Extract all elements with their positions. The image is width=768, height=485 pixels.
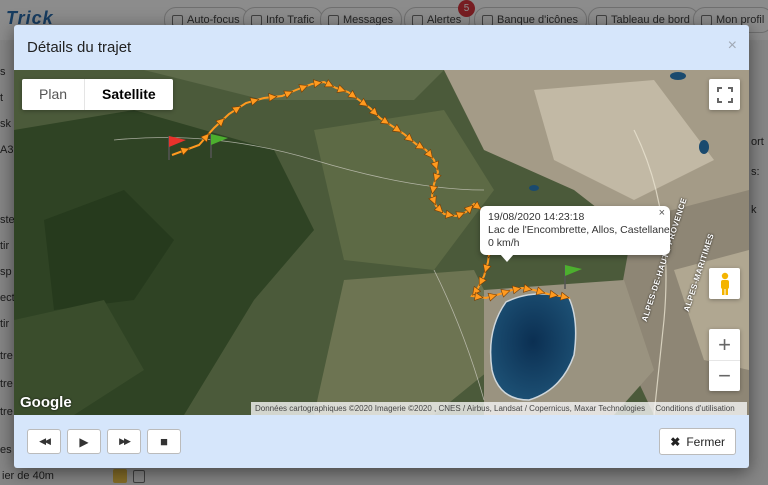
map-type-satellite[interactable]: Satellite — [84, 79, 173, 110]
play-button[interactable]: ▶ — [67, 429, 101, 454]
route-arrow-icon — [428, 195, 437, 206]
stop-icon: ■ — [160, 434, 168, 449]
info-window-tail — [500, 254, 514, 262]
fast-forward-icon: ▶▶ — [119, 436, 131, 446]
route-arrow-icon — [415, 140, 426, 150]
info-speed: 0 km/h — [488, 237, 520, 249]
route-arrow-icon — [478, 276, 487, 287]
route-arrow-icon — [445, 209, 455, 219]
start-flag-icon[interactable] — [164, 132, 194, 162]
close-icon: ✖ — [670, 434, 681, 449]
map-type-plan[interactable]: Plan — [22, 79, 84, 110]
close-button-label: Fermer — [686, 434, 725, 449]
route-arrow-icon — [313, 79, 323, 89]
close-button[interactable]: ✖ Fermer — [659, 428, 736, 455]
zoom-in-button[interactable]: + — [709, 329, 740, 361]
map-view[interactable]: ALPES-DE-HAUTE-PROVENCE ALPES-MARITIMES … — [14, 70, 749, 415]
map-attribution: Données cartographiques ©2020 Imagerie ©… — [251, 402, 747, 415]
modal-footer: ◀◀ ▶ ▶▶ ■ ✖ Fermer — [14, 415, 749, 468]
route-arrow-icon — [298, 84, 309, 93]
info-datetime: 19/08/2020 14:23:18 — [488, 211, 585, 223]
fullscreen-button[interactable] — [709, 79, 740, 110]
route-arrow-icon — [324, 79, 335, 88]
zoom-out-button[interactable]: − — [709, 361, 740, 391]
route-arrow-icon — [336, 84, 347, 93]
zoom-control: + − — [709, 329, 740, 391]
pegman-icon — [720, 272, 729, 295]
street-view-button[interactable] — [709, 268, 740, 299]
fullscreen-icon — [716, 86, 733, 103]
fast-forward-button[interactable]: ▶▶ — [107, 429, 141, 454]
route-arrow-icon — [231, 105, 242, 115]
info-window: 19/08/2020 14:23:18 Lac de l'Encombrette… — [480, 206, 670, 262]
end-flag-icon[interactable] — [560, 261, 590, 291]
route-arrow-icon — [430, 160, 439, 171]
terms-link[interactable]: Conditions d'utilisation — [655, 404, 734, 413]
route-arrow-icon — [549, 289, 559, 299]
route-arrow-icon — [500, 289, 511, 298]
waypoint-flag-icon[interactable] — [206, 130, 236, 160]
rewind-button[interactable]: ◀◀ — [27, 429, 61, 454]
route-arrow-icon — [511, 285, 522, 295]
route-arrow-icon — [523, 283, 533, 293]
route-line — [171, 80, 571, 300]
play-icon: ▶ — [79, 434, 89, 449]
route-arrow-icon — [455, 211, 466, 220]
info-address: Lac de l'Encombrette, Allos, Castellane — [488, 224, 670, 236]
rewind-icon: ◀◀ — [39, 436, 51, 446]
route-arrow-icon — [429, 185, 439, 195]
google-logo: Google — [20, 394, 72, 411]
route-arrow-icon — [559, 291, 570, 301]
attribution-text: Données cartographiques ©2020 Imagerie ©… — [255, 404, 646, 413]
trip-details-modal: Détails du trajet × ALPES-DE-HAUTE-PROVE… — [14, 25, 749, 468]
info-window-close-button[interactable]: × — [659, 207, 665, 220]
map-type-control: Plan Satellite — [22, 79, 173, 110]
stop-button[interactable]: ■ — [147, 429, 181, 454]
route-arrow-icon — [268, 93, 278, 102]
modal-title: Détails du trajet — [27, 39, 132, 56]
route-arrow-icon — [391, 123, 402, 133]
modal-close-button[interactable]: × — [728, 37, 737, 55]
route-arrow-icon — [433, 172, 442, 183]
route-arrow-icon — [379, 115, 390, 125]
route-arrow-icon — [474, 291, 484, 301]
route-arrow-icon — [283, 90, 294, 99]
